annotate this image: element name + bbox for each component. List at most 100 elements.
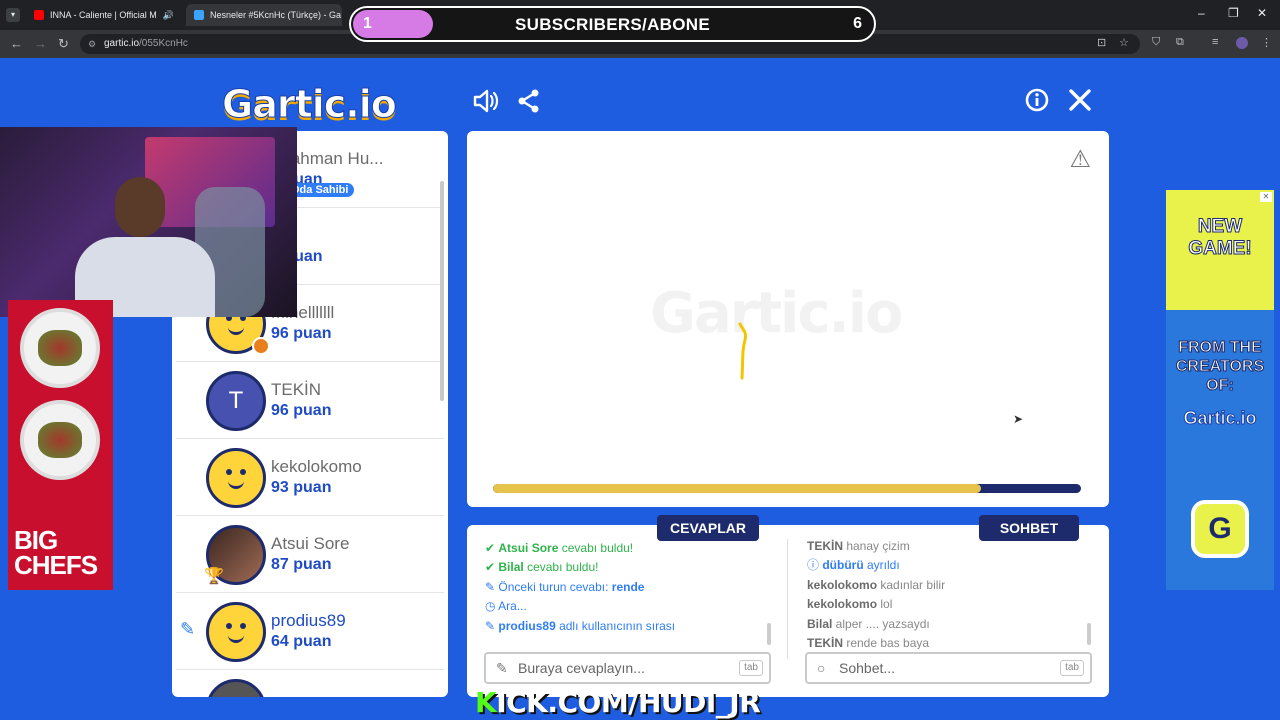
tab-title: INNA - Caliente | Official M xyxy=(50,10,157,20)
player-points: 87 puan xyxy=(271,556,332,573)
back-icon[interactable]: ← xyxy=(10,36,23,51)
pencil-icon: ✎ xyxy=(485,618,499,633)
ad-g-badge: G xyxy=(1191,500,1249,558)
check-icon: ✔ xyxy=(485,560,499,575)
chat-input[interactable]: ○ Sohbet... tab xyxy=(805,652,1092,684)
status-dot xyxy=(252,337,270,355)
tab-search-icon[interactable]: ▾ xyxy=(6,8,20,22)
subscriber-label: SUBSCRIBERS/ABONE xyxy=(515,15,710,34)
answer-message: ✔ Atsui Sore cevabı buldu! xyxy=(485,541,634,555)
extensions-icon[interactable]: ⧉ xyxy=(1176,36,1184,49)
drawing-canvas[interactable]: ⚠ Gartic.io ➤ xyxy=(467,131,1109,507)
chat-message: TEKİN rende bas baya xyxy=(807,636,930,649)
player-row[interactable]: ✎ prodius89 64 puan xyxy=(176,593,444,670)
chat-message: ⓘ dübürü ayrıldı xyxy=(807,558,900,573)
bookmark-star-icon[interactable]: ☆ xyxy=(1119,36,1129,49)
gartic-favicon-icon xyxy=(194,10,204,20)
pencil-icon: ✎ xyxy=(180,619,196,639)
player-row[interactable] xyxy=(176,670,444,697)
share-icon[interactable] xyxy=(516,88,542,121)
player-name: Atsui Sore xyxy=(271,534,350,553)
speaker-icon: 🔊 xyxy=(162,9,174,20)
canvas-watermark: Gartic.io xyxy=(650,281,903,346)
pencil-icon: ✎ xyxy=(496,660,508,676)
ad-food-plate xyxy=(20,308,100,388)
profile-avatar[interactable] xyxy=(1236,37,1248,49)
tab-answers[interactable]: CEVAPLAR xyxy=(657,515,759,541)
close-game-icon[interactable] xyxy=(1068,88,1092,119)
player-points: 96 puan xyxy=(271,325,332,342)
pencil-icon: ✎ xyxy=(485,579,499,594)
answer-input[interactable]: ✎ Buraya cevaplayın... tab xyxy=(484,652,771,684)
players-scrollbar[interactable] xyxy=(440,181,444,401)
chat-scrollbar[interactable] xyxy=(1087,623,1091,645)
answer-message: ◷ Ara... xyxy=(485,599,527,614)
chat-bubble-icon: ○ xyxy=(817,660,826,676)
player-avatar: T xyxy=(206,371,266,431)
report-warning-icon[interactable]: ⚠ xyxy=(1069,145,1091,174)
install-icon[interactable]: ⊡ xyxy=(1097,36,1106,49)
ad-banner-left[interactable]: BIG CHEFS xyxy=(8,300,113,590)
menu-icon[interactable]: ⋮ xyxy=(1261,36,1272,49)
site-info-icon[interactable]: ⚙ xyxy=(88,34,96,54)
ad-headline: NEW GAME! xyxy=(1188,216,1252,260)
player-row[interactable]: 🏆 Atsui Sore 87 puan xyxy=(176,516,444,593)
player-name: kekolokomo xyxy=(271,457,362,476)
answer-message: ✎ Önceki turun cevabı: rende xyxy=(485,579,645,594)
player-points: 64 puan xyxy=(271,633,332,650)
chat-message: Bilal alper .... yazsaydı xyxy=(807,616,930,631)
browser-tab-youtube[interactable]: INNA - Caliente | Official M 🔊 ✕ xyxy=(26,4,182,26)
webcam-person-head xyxy=(115,177,165,237)
chat-message: kekolokomo kadınlar bilir xyxy=(807,577,946,592)
maximize-icon[interactable]: ❐ xyxy=(1228,6,1239,20)
round-timer-fill xyxy=(493,484,982,493)
chat-message: kekolokomo lol xyxy=(807,597,893,612)
tab-hint: tab xyxy=(739,660,763,676)
answers-scrollbar[interactable] xyxy=(767,623,771,645)
ad-banner-right[interactable]: ✕ NEW GAME! FROM THE CREATORS OF: Gartic… xyxy=(1166,190,1274,590)
close-window-icon[interactable]: ✕ xyxy=(1257,6,1267,20)
youtube-icon xyxy=(34,10,44,20)
clock-icon: ◷ xyxy=(485,599,499,614)
sound-icon[interactable] xyxy=(472,88,500,121)
browser-tab-gartic[interactable]: Nesneler #5KcnHc (Türkçe) - Ga ✕ xyxy=(186,4,342,26)
player-name: TEKİN xyxy=(271,380,322,399)
player-avatar xyxy=(206,679,266,697)
tab-title: Nesneler #5KcnHc (Türkçe) - Ga xyxy=(210,10,342,20)
answer-placeholder: Buraya cevaplayın... xyxy=(518,660,645,676)
player-row[interactable]: T TEKİN 96 puan xyxy=(176,362,444,439)
panel-divider xyxy=(787,539,788,659)
shield-extension-icon[interactable]: ⛉ xyxy=(1152,36,1160,49)
answer-message: ✎ prodius89 adlı kullanıcının sırası xyxy=(485,618,676,633)
drawing-stroke xyxy=(738,322,747,380)
gartic-logo: Gartic.io xyxy=(222,82,398,127)
ad-brand: BIG CHEFS xyxy=(14,525,98,580)
forward-icon[interactable]: → xyxy=(34,36,47,51)
trophy-icon: 🏆 xyxy=(204,568,224,585)
player-row[interactable]: kekolokomo 93 puan xyxy=(176,439,444,516)
check-icon: ✔ xyxy=(485,541,499,555)
chat-message: TEKİN hanay çizim xyxy=(807,539,910,553)
round-timer xyxy=(493,484,1081,493)
reload-icon[interactable]: ↻ xyxy=(58,36,69,52)
tab-hint: tab xyxy=(1060,660,1084,676)
media-icon[interactable]: ≡ xyxy=(1212,36,1218,48)
answers-list: ✔ Atsui Sore cevabı buldu! ✔ Bilal cevab… xyxy=(485,539,775,651)
ad-subline: FROM THE CREATORS OF: xyxy=(1175,339,1265,395)
ad-close-icon[interactable]: ✕ xyxy=(1260,192,1272,202)
player-points: 96 puan xyxy=(271,402,332,419)
player-points: 93 puan xyxy=(271,479,332,496)
ad-food-plate xyxy=(20,400,100,480)
streamer-webcam xyxy=(0,127,297,317)
kick-channel-overlay: KICK.COM/HUDI_JR xyxy=(475,686,761,719)
subscriber-goal-overlay: 1 SUBSCRIBERS/ABONE 6 xyxy=(349,6,876,42)
info-icon: ⓘ xyxy=(807,558,823,573)
answers-chat-panel: CEVAPLAR SOHBET ✔ Atsui Sore cevabı buld… xyxy=(467,515,1109,697)
chat-list: TEKİN hanay çizim ⓘ dübürü ayrıldı kekol… xyxy=(807,537,1087,649)
minimize-icon[interactable]: – xyxy=(1198,6,1205,20)
player-avatar xyxy=(206,602,266,662)
ad-gartic-logo: Gartic.io xyxy=(1183,408,1257,429)
chat-placeholder: Sohbet... xyxy=(839,660,896,676)
info-icon[interactable] xyxy=(1025,88,1049,119)
player-name: prodius89 xyxy=(271,611,346,630)
